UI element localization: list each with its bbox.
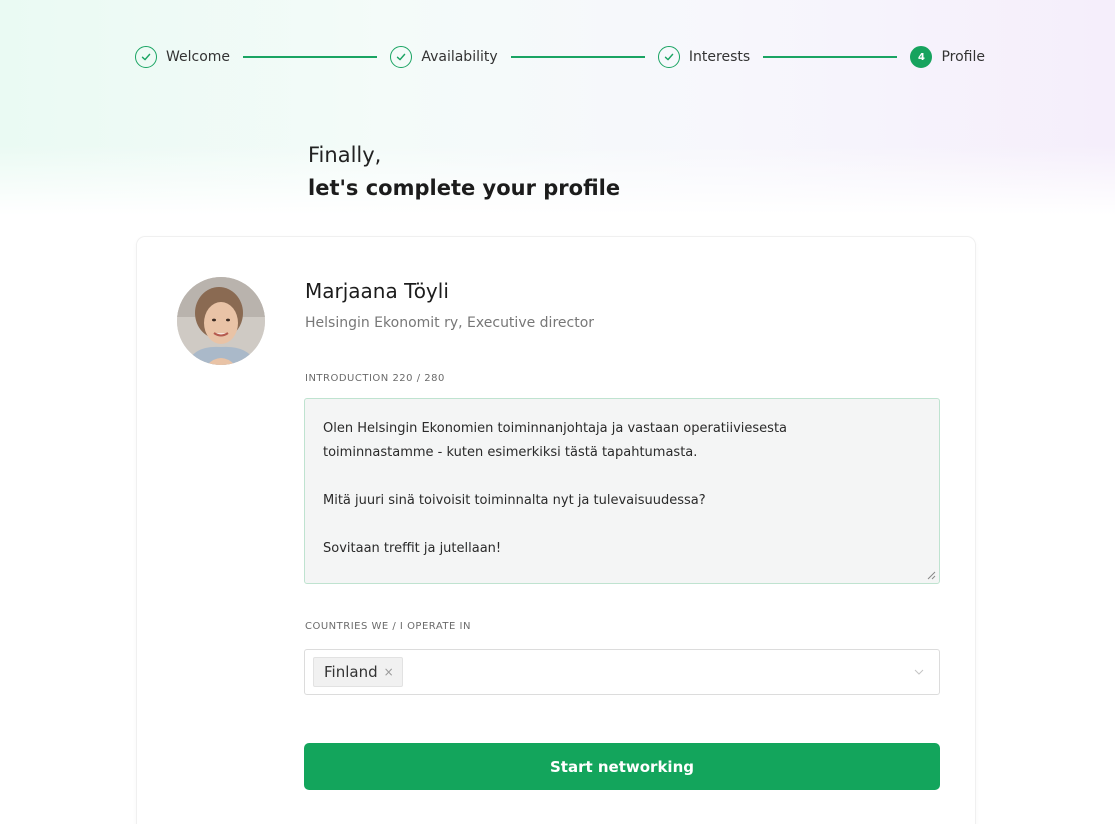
intro-line: Olen Helsingin Ekonomien toiminnanjohtaj… (323, 421, 788, 436)
step-label-profile: Profile (941, 49, 985, 65)
step-availability[interactable]: Availability (390, 46, 498, 68)
step-connector (510, 56, 645, 58)
intro-line (323, 465, 921, 489)
check-icon (390, 46, 413, 68)
avatar (177, 277, 265, 365)
step-label-interests: Interests (688, 49, 751, 65)
onboarding-page: Welcome Availability Interests 4 Profile… (0, 0, 1115, 824)
countries-select[interactable]: Finland × (304, 649, 940, 695)
start-networking-button[interactable]: Start networking (304, 743, 940, 790)
check-icon (657, 46, 680, 68)
profile-name: Marjaana Töyli (305, 279, 449, 303)
intro-line: Mitä juuri sinä toivoisit toiminnalta ny… (323, 493, 706, 508)
page-title: let's complete your profile (308, 176, 621, 200)
step-connector (243, 56, 378, 58)
chevron-down-icon[interactable] (913, 666, 925, 678)
intro-line: Sovitaan treffit ja jutellaan! (323, 541, 502, 556)
page-heading: Finally, let's complete your profile (308, 140, 620, 206)
countries-label: COUNTRIES WE / I OPERATE IN (305, 621, 471, 632)
intro-line (323, 513, 921, 537)
introduction-label: INTRODUCTION 220 / 280 (305, 373, 445, 384)
step-label-availability: Availability (421, 49, 498, 65)
country-chip: Finland × (313, 657, 403, 687)
profile-card: Marjaana Töyli Helsingin Ekonomit ry, Ex… (137, 237, 975, 824)
step-interests[interactable]: Interests (657, 46, 751, 68)
profile-subtitle: Helsingin Ekonomit ry, Executive directo… (305, 315, 595, 331)
step-connector (763, 56, 898, 58)
avatar-photo-icon (177, 277, 265, 365)
progress-stepper: Welcome Availability Interests 4 Profile (135, 43, 985, 71)
step-welcome[interactable]: Welcome (135, 46, 230, 68)
step-profile[interactable]: 4 Profile (910, 46, 985, 68)
intro-line: toiminnastamme - kuten esimerkiksi tästä… (323, 445, 698, 460)
resize-grip-icon[interactable] (927, 571, 936, 580)
country-chip-label: Finland (324, 663, 378, 681)
step-number-badge: 4 (910, 46, 933, 68)
step-label-welcome: Welcome (166, 49, 231, 65)
remove-icon[interactable]: × (384, 665, 394, 679)
check-icon (135, 46, 157, 68)
heading-intro: Finally, (308, 143, 382, 167)
introduction-textarea[interactable]: Olen Helsingin Ekonomien toiminnanjohtaj… (304, 398, 940, 584)
